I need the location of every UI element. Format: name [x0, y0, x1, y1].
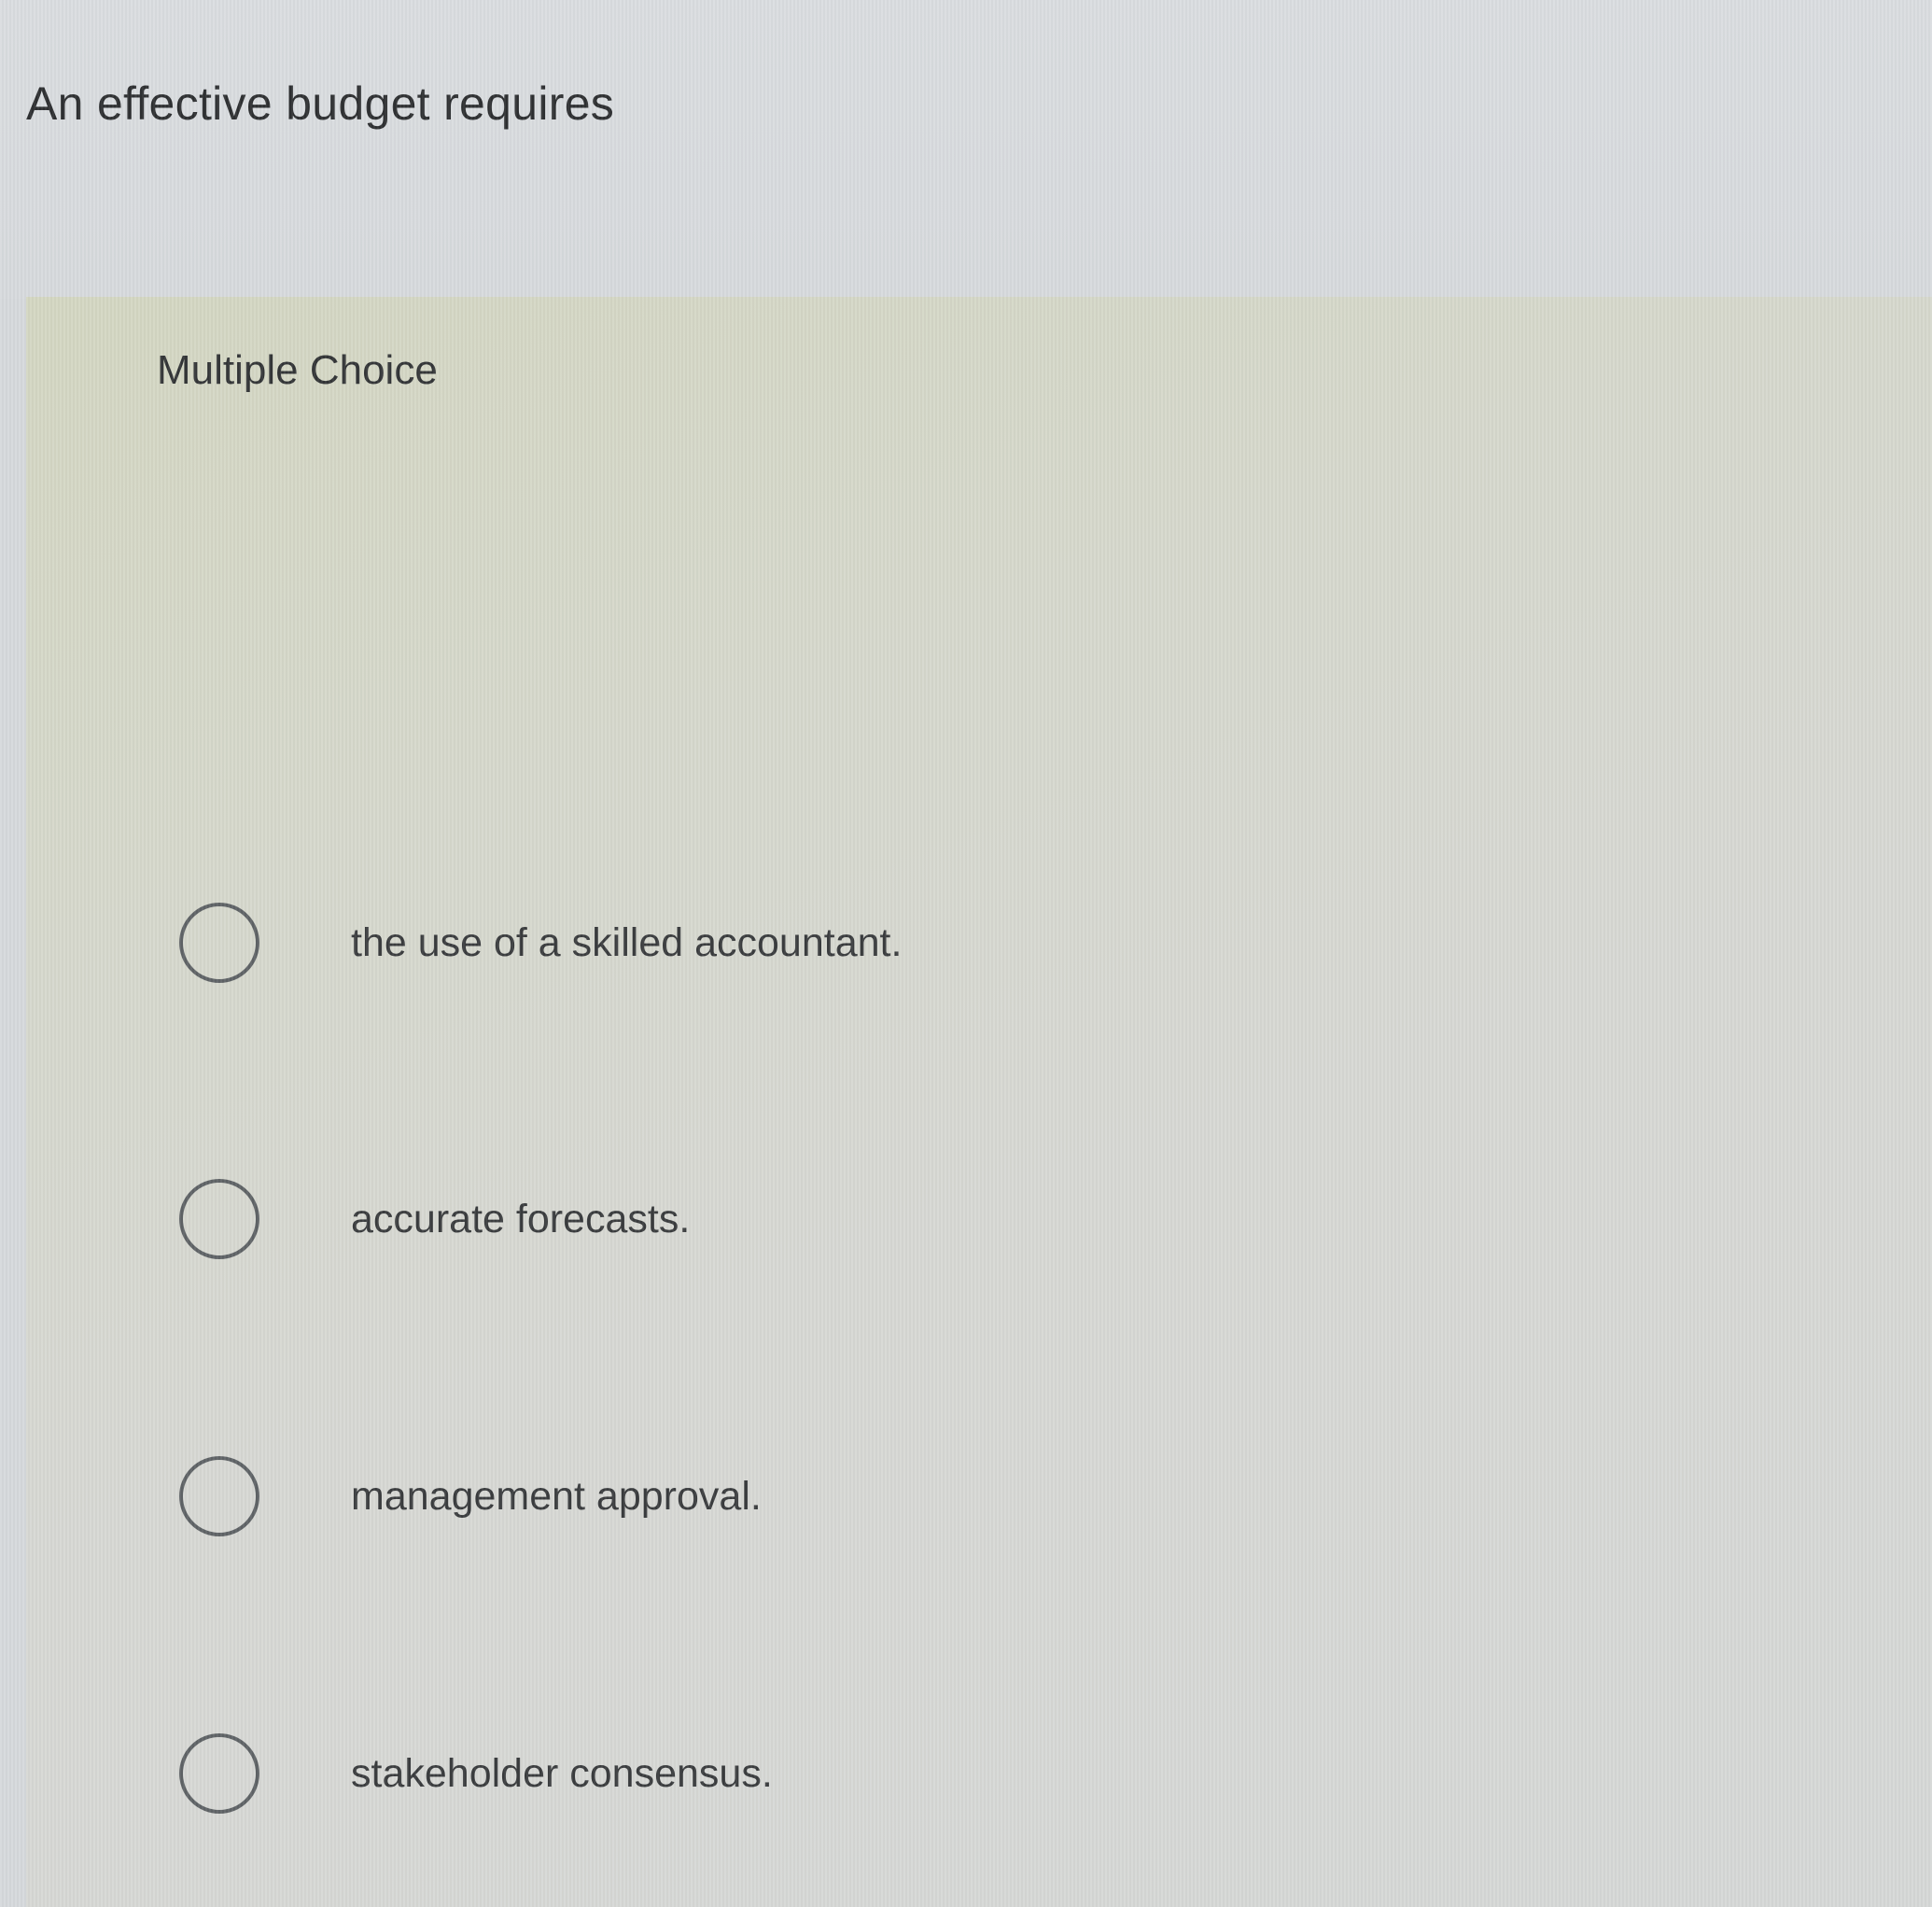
radio-button[interactable]: [179, 1179, 259, 1259]
answer-option-label[interactable]: accurate forecasts.: [351, 1197, 690, 1242]
answer-option-label[interactable]: stakeholder consensus.: [351, 1751, 773, 1797]
answer-option-1[interactable]: the use of a skilled accountant.: [179, 896, 902, 989]
answer-option-label[interactable]: management approval.: [351, 1474, 762, 1520]
radio-button[interactable]: [179, 1456, 259, 1536]
question-header: An effective budget requires: [0, 0, 1932, 299]
radio-button[interactable]: [179, 1733, 259, 1814]
answer-option-2[interactable]: accurate forecasts.: [179, 1172, 690, 1266]
question-prompt: An effective budget requires: [26, 77, 615, 130]
answer-option-4[interactable]: stakeholder consensus.: [179, 1727, 773, 1820]
answer-option-label[interactable]: the use of a skilled accountant.: [351, 920, 902, 966]
answer-panel: Multiple Choice the use of a skilled acc…: [26, 297, 1932, 1907]
answer-option-3[interactable]: management approval.: [179, 1450, 762, 1543]
radio-button[interactable]: [179, 903, 259, 983]
question-type-label: Multiple Choice: [157, 347, 438, 393]
